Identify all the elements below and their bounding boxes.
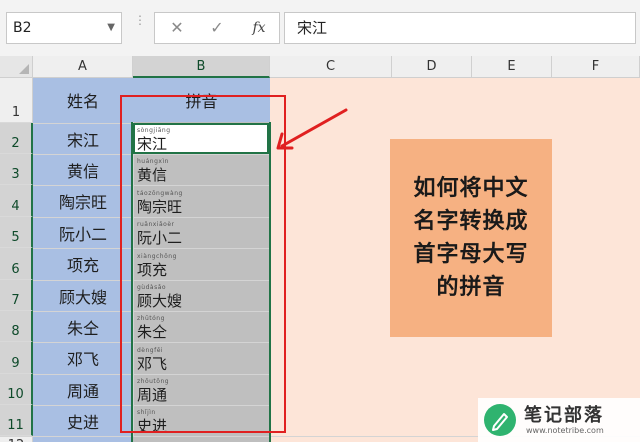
pinyin-cell[interactable]: sòngjiāng 宋江 — [135, 126, 267, 153]
row-header-7[interactable]: 7 — [0, 280, 33, 311]
annotation-line: 的拼音 — [436, 275, 506, 300]
row-header-3[interactable]: 3 — [0, 154, 33, 185]
pinyin-cell[interactable]: zhūtóng 朱仝 — [135, 314, 267, 341]
pinyin-text: zhōutōng — [137, 378, 170, 385]
formula-bar: B2 ▼ ⋮ ✕ ✓ fx 宋江 — [0, 0, 640, 56]
row-header-5[interactable]: 5 — [0, 217, 33, 248]
row-header-9[interactable]: 9 — [0, 342, 33, 374]
annotation-box: 如何将中文 名字转换成 首字母大写 的拼音 — [390, 139, 552, 337]
row-header-2[interactable]: 2 — [0, 123, 33, 154]
cell-a1-header[interactable]: 姓名 — [33, 78, 133, 122]
chevron-down-icon[interactable]: ▼ — [107, 13, 115, 43]
arrow-icon — [276, 108, 348, 150]
pinyin-cell[interactable]: zhōutōng 周通 — [135, 377, 267, 404]
hanzi-text: 阮小二 — [137, 229, 183, 247]
watermark: 笔记部落 www.notetribe.com — [478, 398, 640, 442]
name-cell[interactable]: 朱仝 — [33, 311, 133, 342]
name-cell[interactable]: 阮小二 — [33, 217, 133, 248]
annotation-line: 名字转换成 — [413, 209, 529, 234]
name-cell[interactable]: 陶宗旺 — [33, 185, 133, 217]
name-cell[interactable]: 邓飞 — [33, 342, 133, 374]
column-header-b[interactable]: B — [133, 56, 270, 78]
row-header-8[interactable]: 8 — [0, 311, 33, 342]
select-all-button[interactable] — [0, 56, 33, 78]
column-header-f[interactable]: F — [552, 56, 640, 78]
annotation-text: 如何将中文 名字转换成 首字母大写 的拼音 — [413, 172, 528, 304]
annotation-line: 首字母大写 — [413, 242, 529, 267]
row-header-4[interactable]: 4 — [0, 185, 33, 217]
hanzi-text: 宋江 — [137, 135, 168, 153]
hanzi-text: 黄信 — [137, 166, 168, 184]
hanzi-text: 陶宗旺 — [137, 198, 183, 216]
pinyin-text: xiàngchōng — [137, 253, 177, 260]
name-box-value: B2 — [13, 20, 32, 36]
pinyin-text: huángxìn — [137, 158, 169, 165]
row-header-10[interactable]: 10 — [0, 374, 33, 405]
column-header-c[interactable]: C — [270, 56, 392, 78]
hanzi-text: 周通 — [137, 386, 168, 404]
annotation-line: 如何将中文 — [413, 176, 529, 201]
pinyin-text: dèngfēi — [137, 347, 164, 354]
formula-buttons: ✕ ✓ fx — [154, 12, 280, 44]
row-header-11[interactable]: 11 — [0, 405, 33, 436]
pinyin-cell[interactable]: dèngfēi 邓飞 — [135, 346, 267, 373]
pinyin-cell[interactable]: gùdàsǎo 顾大嫂 — [135, 283, 267, 310]
column-header-e[interactable]: E — [472, 56, 552, 78]
pinyin-cell[interactable]: táozōngwàng 陶宗旺 — [135, 189, 267, 216]
worksheet-grid[interactable]: A B C D E F 1 2 3 4 5 6 7 8 9 10 11 12 姓… — [0, 56, 640, 442]
hanzi-text: 朱仝 — [137, 323, 168, 341]
pinyin-text: shǐjìn — [137, 409, 156, 416]
hanzi-text: 邓飞 — [137, 355, 168, 373]
pinyin-text: sòngjiāng — [137, 127, 171, 134]
name-cell[interactable]: 周通 — [33, 374, 133, 405]
column-header-d[interactable]: D — [392, 56, 472, 78]
watermark-url: www.notetribe.com — [526, 426, 604, 435]
pinyin-text: ruǎnxiǎoèr — [137, 221, 175, 228]
column-header-a[interactable]: A — [33, 56, 133, 78]
row-header-6[interactable]: 6 — [0, 248, 33, 280]
cancel-icon[interactable]: ✕ — [157, 13, 197, 43]
pinyin-cell[interactable]: huángxìn 黄信 — [135, 157, 267, 184]
insert-function-button[interactable]: fx — [239, 13, 279, 43]
pinyin-text: táozōngwàng — [137, 190, 183, 197]
name-cell[interactable]: 黄信 — [33, 154, 133, 185]
pinyin-text: gùdàsǎo — [137, 284, 167, 291]
watermark-title: 笔记部落 — [524, 405, 604, 426]
pinyin-text: zhūtóng — [137, 315, 165, 322]
formula-input[interactable]: 宋江 — [284, 12, 636, 44]
hanzi-text: 史进 — [137, 417, 168, 435]
pinyin-cell[interactable]: xiàngchōng 项充 — [135, 252, 267, 279]
hanzi-text: 项充 — [137, 261, 168, 279]
cell-b1-header[interactable]: 拼音 — [133, 78, 270, 122]
name-box[interactable]: B2 ▼ — [6, 12, 122, 44]
pen-logo-icon — [484, 404, 516, 436]
name-cell[interactable]: 项充 — [33, 248, 133, 280]
name-cell[interactable]: 顾大嫂 — [33, 280, 133, 311]
pinyin-cell[interactable]: ruǎnxiǎoèr 阮小二 — [135, 220, 267, 247]
name-cell[interactable]: 史进 — [33, 405, 133, 436]
formula-bar-grip-icon: ⋮ — [134, 13, 146, 27]
hanzi-text: 顾大嫂 — [137, 292, 183, 310]
pinyin-cell[interactable]: shǐjìn 史进 — [135, 408, 267, 435]
name-cell[interactable]: 宋江 — [33, 123, 133, 154]
row-header-1[interactable]: 1 — [0, 78, 33, 123]
enter-icon[interactable]: ✓ — [197, 13, 237, 43]
